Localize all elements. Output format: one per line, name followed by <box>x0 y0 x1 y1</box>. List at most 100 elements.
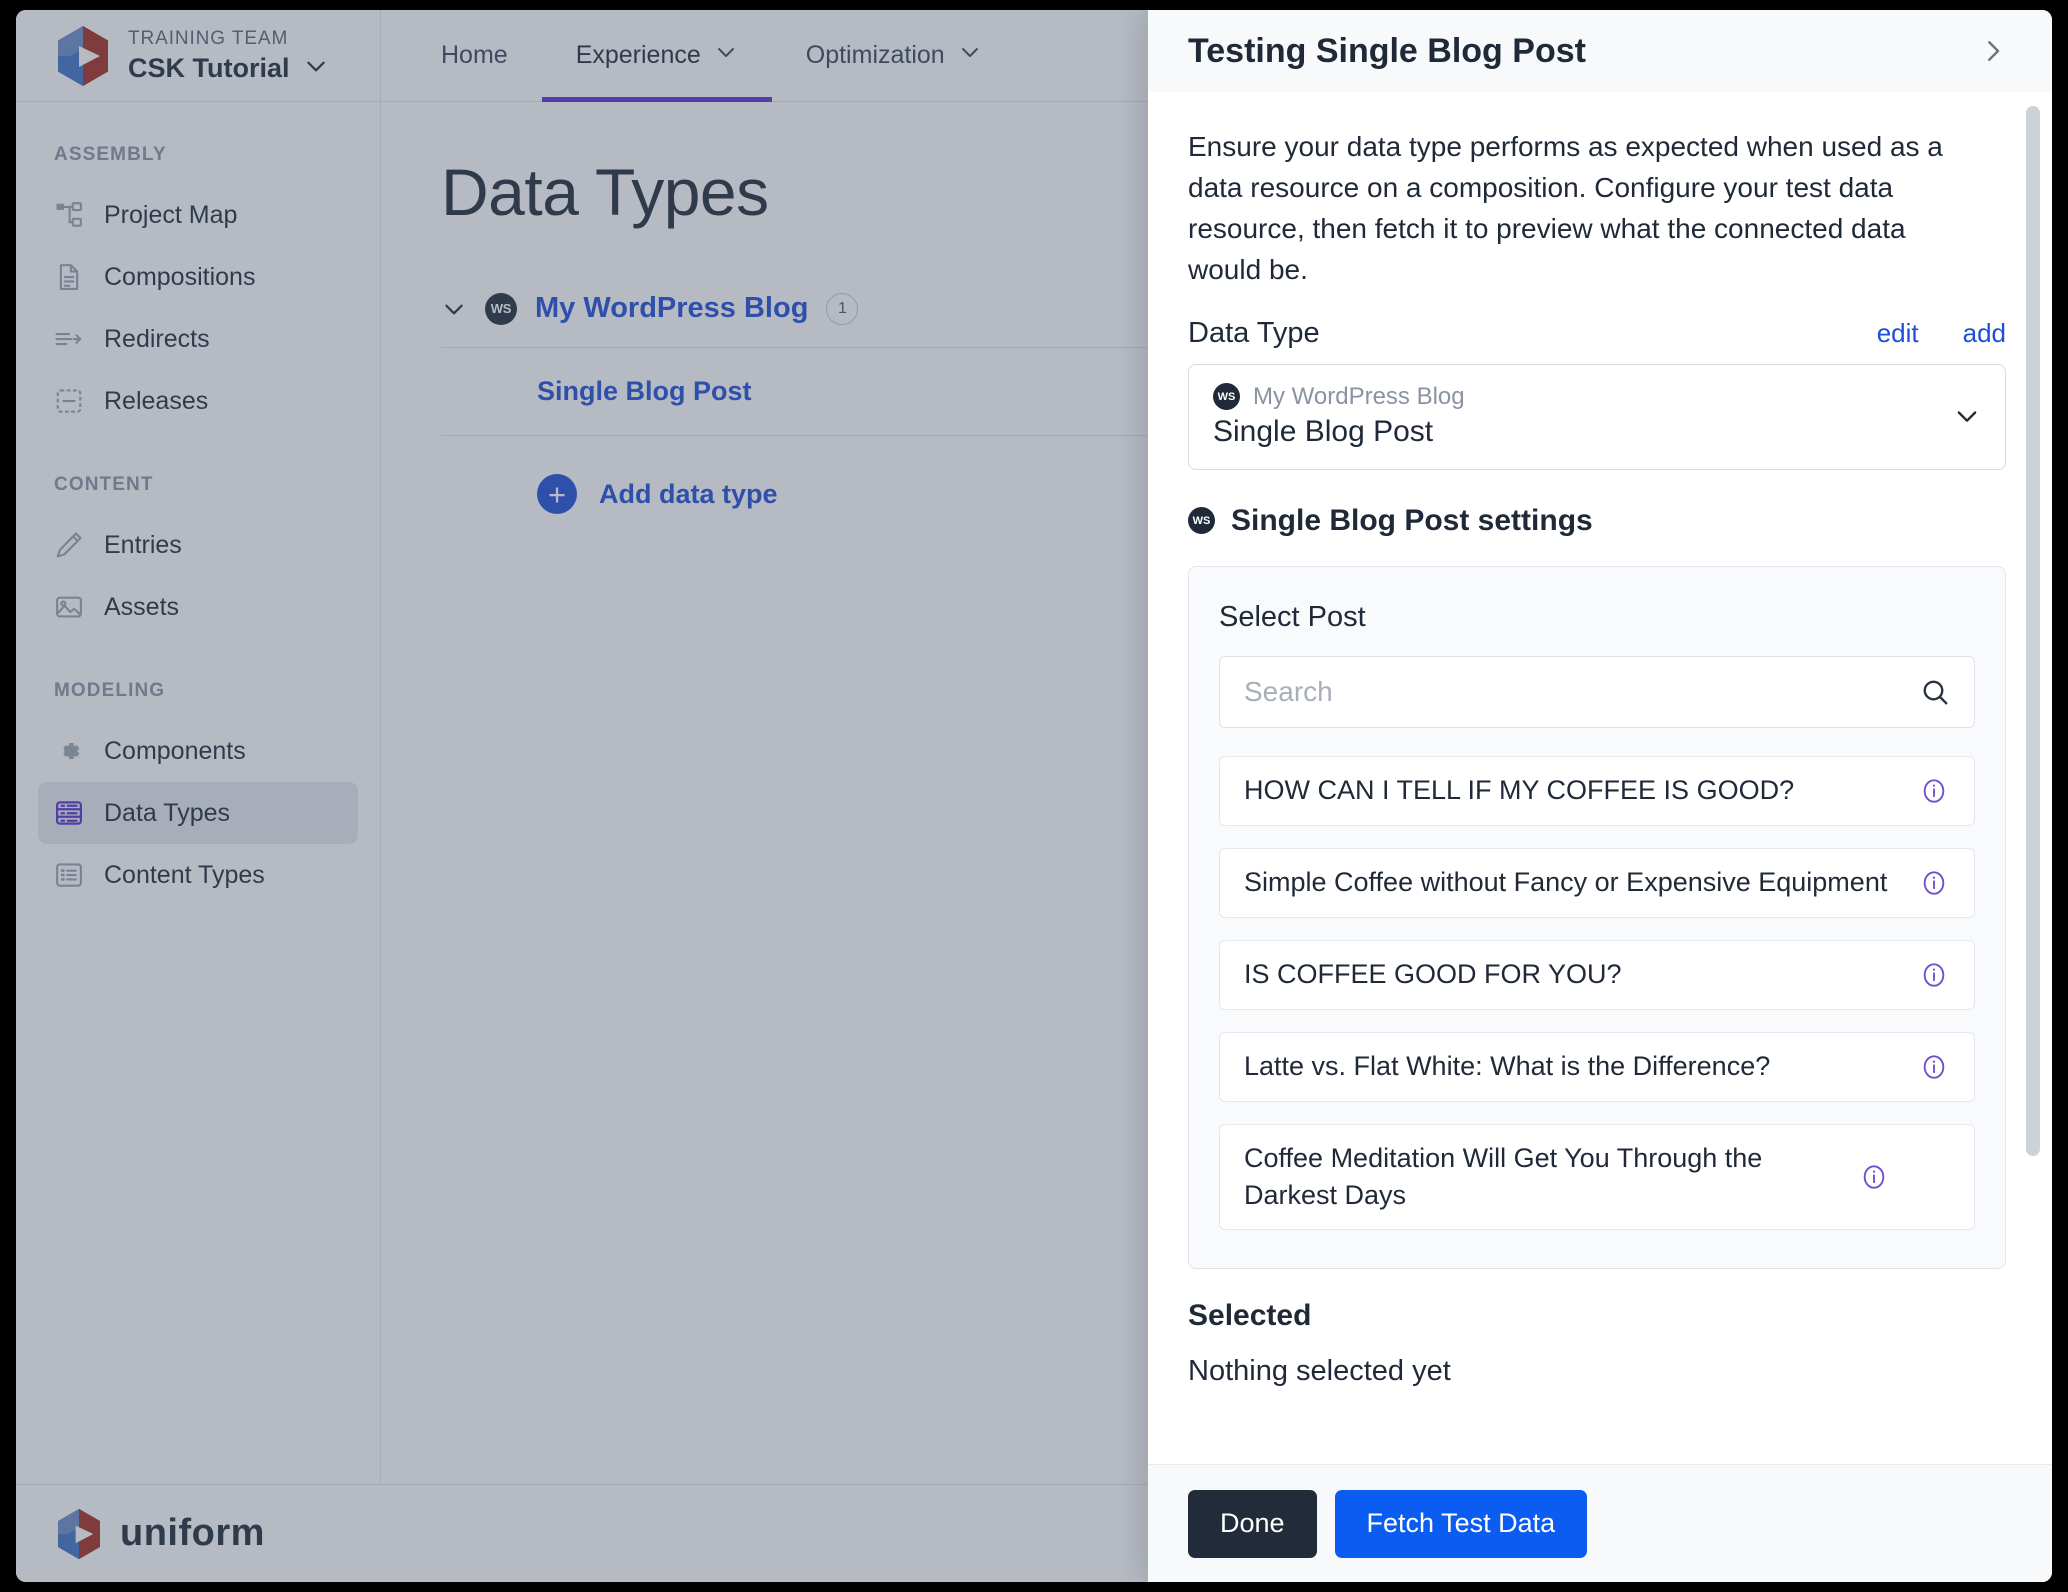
sidebar-group-label: ASSEMBLY <box>54 144 167 165</box>
info-icon[interactable] <box>1860 1163 1888 1191</box>
data-source-name[interactable]: My WordPress Blog <box>535 292 808 325</box>
workspace-badge: WS <box>1188 507 1215 535</box>
search-field[interactable] <box>1219 655 1975 728</box>
sidebar-item-label: Compositions <box>104 262 256 291</box>
sidebar-group-label: MODELING <box>54 680 166 701</box>
brand-switcher[interactable]: TRAINING TEAM CSK Tutorial <box>16 10 381 101</box>
selected-empty-text: Nothing selected yet <box>1188 1354 1451 1387</box>
nav-item-label: Home <box>441 41 508 69</box>
panel-scrollbar[interactable] <box>2026 106 2040 1454</box>
nav-item-home[interactable]: Home <box>407 10 542 102</box>
post-option-title: IS COFFEE GOOD FOR YOU? <box>1244 959 1622 990</box>
redirect-arrow-icon <box>54 324 84 354</box>
panel-description: Ensure your data type performs as expect… <box>1188 131 1943 286</box>
chevron-down-icon <box>958 40 982 71</box>
data-type-name[interactable]: Single Blog Post <box>537 376 752 406</box>
selected-heading: Selected <box>1188 1298 1312 1332</box>
document-icon <box>54 262 84 292</box>
testing-panel: Testing Single Blog Post Ensure your dat… <box>1148 10 2052 1582</box>
settings-title: Single Blog Post settings <box>1231 503 1593 537</box>
data-types-icon <box>54 798 84 828</box>
chevron-down-icon[interactable] <box>1953 402 1981 430</box>
done-button[interactable]: Done <box>1188 1489 1317 1558</box>
search-input[interactable] <box>1244 675 1920 708</box>
post-option-title: Simple Coffee without Fancy or Expensive… <box>1244 867 1888 898</box>
data-type-source-row: WS My WordPress Blog <box>1213 383 1953 411</box>
post-option-title: HOW CAN I TELL IF MY COFFEE IS GOOD? <box>1244 775 1795 806</box>
data-type-select-value: WS My WordPress Blog Single Blog Post <box>1213 383 1953 449</box>
brand-text: TRAINING TEAM CSK Tutorial <box>128 26 329 84</box>
sidebar-group-label: CONTENT <box>54 474 154 495</box>
panel-scrollbar-thumb[interactable] <box>2026 106 2040 1156</box>
data-type-select[interactable]: WS My WordPress Blog Single Blog Post <box>1188 363 2006 470</box>
info-icon[interactable] <box>1920 961 1948 989</box>
nav-item-experience[interactable]: Experience <box>541 10 772 102</box>
project-name-row: CSK Tutorial <box>128 52 329 84</box>
sidebar-item-releases[interactable]: Releases <box>38 370 358 432</box>
post-option[interactable]: Simple Coffee without Fancy or Expensive… <box>1219 847 1975 918</box>
sidebar-item-label: Data Types <box>104 798 231 827</box>
uniform-logo-icon <box>56 25 110 87</box>
sidebar-item-components[interactable]: Components <box>38 720 358 782</box>
image-icon <box>54 592 84 622</box>
search-icon[interactable] <box>1920 677 1950 707</box>
pencil-icon <box>54 530 84 560</box>
data-type-count-badge: 1 <box>826 292 859 325</box>
sidebar-item-assets[interactable]: Assets <box>38 576 358 638</box>
screenshot-root: TRAINING TEAM CSK Tutorial Home Experien… <box>0 0 2068 1592</box>
panel-body: Ensure your data type performs as expect… <box>1148 92 2052 1464</box>
fetch-test-data-button[interactable]: Fetch Test Data <box>1334 1489 1588 1558</box>
post-option[interactable]: Latte vs. Flat White: What is the Differ… <box>1219 1031 1975 1102</box>
sidebar-item-redirects[interactable]: Redirects <box>38 308 358 370</box>
add-data-type-label: Add data type <box>599 478 778 509</box>
edit-data-type-link[interactable]: edit <box>1877 318 1919 349</box>
settings-header: WS Single Blog Post settings <box>1188 504 2006 538</box>
chevron-down-icon[interactable] <box>303 53 329 84</box>
panel-header: Testing Single Blog Post <box>1148 10 2052 92</box>
sidebar-item-compositions[interactable]: Compositions <box>38 246 358 308</box>
post-option-title: Coffee Meditation Will Get You Through t… <box>1244 1143 1763 1210</box>
sidebar-item-label: Project Map <box>104 200 238 229</box>
select-post-card: Select Post HOW CAN I TELL IF MY COFFEE … <box>1188 565 2006 1269</box>
add-data-type-link[interactable]: add <box>1963 318 2006 349</box>
sidebar-group-content: CONTENT Entries Assets <box>38 474 358 638</box>
sidebar-item-label: Content Types <box>104 860 265 889</box>
team-label: TRAINING TEAM <box>128 28 289 50</box>
nav-item-optimization[interactable]: Optimization <box>772 10 1016 102</box>
data-type-field-header: Data Type edit add <box>1188 317 2006 350</box>
info-icon[interactable] <box>1920 869 1948 897</box>
release-box-icon <box>54 386 84 416</box>
chevron-right-icon[interactable] <box>1978 36 2008 66</box>
sidebar-item-project-map[interactable]: Project Map <box>38 184 358 246</box>
chevron-down-icon[interactable] <box>441 296 467 322</box>
nav-item-label: Experience <box>575 41 701 69</box>
post-option-title: Latte vs. Flat White: What is the Differ… <box>1244 1051 1771 1082</box>
workspace-badge: WS <box>485 292 517 325</box>
nav-item-label: Optimization <box>805 41 945 69</box>
project-name: CSK Tutorial <box>128 53 290 84</box>
content-types-icon <box>54 860 84 890</box>
sidebar-item-label: Assets <box>104 592 180 621</box>
post-option[interactable]: IS COFFEE GOOD FOR YOU? <box>1219 939 1975 1010</box>
sidebar-item-label: Components <box>104 736 246 765</box>
sidebar-item-label: Releases <box>104 386 209 415</box>
select-post-label: Select Post <box>1219 600 1366 633</box>
sidebar-group-modeling: MODELING Components Data Types Content T… <box>38 680 358 906</box>
info-icon[interactable] <box>1920 1053 1948 1081</box>
sidebar-item-data-types[interactable]: Data Types <box>38 782 358 844</box>
sidebar-item-label: Redirects <box>104 324 210 353</box>
info-icon[interactable] <box>1920 777 1948 805</box>
plus-circle-icon: + <box>537 474 577 514</box>
data-type-selected-name: Single Blog Post <box>1213 414 1434 448</box>
sidebar-group-assembly: ASSEMBLY Project Map Compositions Redire… <box>38 144 358 432</box>
panel-title: Testing Single Blog Post <box>1188 31 1586 70</box>
post-option[interactable]: HOW CAN I TELL IF MY COFFEE IS GOOD? <box>1219 755 1975 826</box>
project-map-icon <box>54 200 84 230</box>
gear-icon <box>54 736 84 766</box>
sidebar-item-entries[interactable]: Entries <box>38 514 358 576</box>
data-type-field-label: Data Type <box>1188 316 1320 349</box>
post-option[interactable]: Coffee Meditation Will Get You Through t… <box>1219 1123 1975 1230</box>
sidebar-item-label: Entries <box>104 530 182 559</box>
sidebar-item-content-types[interactable]: Content Types <box>38 844 358 906</box>
workspace-badge: WS <box>1213 383 1240 411</box>
